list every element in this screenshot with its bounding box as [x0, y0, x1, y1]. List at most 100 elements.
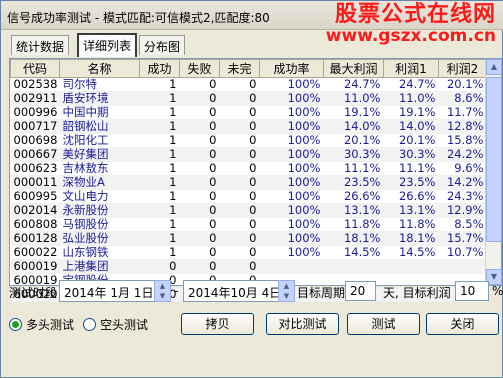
cell-unfinished: 0: [219, 245, 260, 260]
cell-max-profit: 23.5%: [323, 175, 384, 190]
cell-success: 1: [139, 161, 180, 176]
cell-profit2: 15.7%: [438, 231, 487, 246]
cell-max-profit: 13.1%: [323, 203, 384, 218]
cell-code: 000996: [10, 105, 60, 120]
cell-unfinished: 0: [219, 147, 260, 162]
table-row[interactable]: 000698 沈阳化工 1 0 0 100% 20.1% 20.1% 15.8%: [10, 133, 487, 148]
cell-max-profit: 11.0%: [323, 91, 384, 106]
start-date-spinner[interactable]: ▲ ▼: [154, 280, 171, 302]
window-title: 信号成功率测试 - 模式匹配:可信模式2,匹配度:80: [7, 11, 270, 25]
table-row[interactable]: 002014 永新股份 1 0 0 100% 13.1% 13.1% 12.9%: [10, 203, 487, 218]
cell-profit2: 14.2%: [438, 175, 487, 190]
cell-fail: 0: [179, 203, 220, 218]
table-row[interactable]: 000667 美好集团 1 0 0 100% 30.3% 30.3% 24.2%: [10, 147, 487, 162]
table-header: 代码 名称 成功 失败 未完 成功率 最大利润 利润1 利润2: [10, 59, 487, 78]
table-row[interactable]: 000623 吉林敖东 1 0 0 100% 11.1% 11.1% 9.6%: [10, 161, 487, 176]
col-header-success-rate[interactable]: 成功率: [259, 59, 324, 78]
table-row[interactable]: 000996 中国中期 1 0 0 100% 19.1% 19.1% 11.7%: [10, 105, 487, 120]
col-header-unfinished[interactable]: 未完: [219, 59, 260, 78]
cell-name: 上港集团: [59, 259, 140, 274]
table-row[interactable]: 002538 司尔特 1 0 0 100% 24.7% 24.7% 20.1%: [10, 77, 487, 92]
cell-unfinished: 0: [219, 133, 260, 148]
col-header-success[interactable]: 成功: [139, 59, 180, 78]
cell-code: 600022: [10, 245, 60, 260]
chevron-up-icon[interactable]: ▲: [155, 281, 170, 291]
vertical-scrollbar[interactable]: ▲ ▼: [485, 59, 502, 285]
close-button[interactable]: 关闭: [426, 313, 499, 335]
cell-success: 1: [139, 189, 180, 204]
cell-success-rate: 100%: [259, 119, 324, 134]
table-row[interactable]: 600128 弘业股份 1 0 0 100% 18.1% 18.1% 15.7%: [10, 231, 487, 246]
cell-unfinished: 0: [219, 203, 260, 218]
cell-success: 1: [139, 77, 180, 92]
radio-button-icon[interactable]: [9, 318, 22, 331]
cell-name: 弘业股份: [59, 231, 140, 246]
cell-success: 1: [139, 217, 180, 232]
cell-code: 600019: [10, 259, 60, 274]
cell-success: 0: [139, 259, 180, 274]
cell-profit2: [438, 259, 487, 274]
title-bar[interactable]: 信号成功率测试 - 模式匹配:可信模式2,匹配度:80 股票公式在线网 www.…: [1, 1, 503, 45]
col-header-profit1[interactable]: 利润1: [383, 59, 439, 78]
start-date-field[interactable]: 2014年 1月 1日: [59, 280, 155, 302]
watermark-text: 股票公式在线网: [334, 2, 496, 27]
col-header-max-profit[interactable]: 最大利润: [323, 59, 384, 78]
chevron-down-icon[interactable]: ▼: [279, 291, 294, 301]
table-row[interactable]: 600019 上港集团 0 0 0: [10, 259, 487, 274]
scroll-thumb[interactable]: [486, 77, 502, 242]
cell-unfinished: 0: [219, 91, 260, 106]
radio-long-test[interactable]: 多头测试: [9, 316, 74, 333]
end-date-spinner[interactable]: ▲ ▼: [278, 280, 295, 302]
cell-name: 中国中期: [59, 105, 140, 120]
cell-success-rate: 100%: [259, 231, 324, 246]
watermark-url: www.gszx.com.cn: [325, 26, 496, 46]
table-row[interactable]: 600995 文山电力 1 0 0 100% 26.6% 26.6% 24.3%: [10, 189, 487, 204]
col-header-name[interactable]: 名称: [59, 59, 140, 78]
cell-fail: 0: [179, 175, 220, 190]
cell-profit1: 13.1%: [383, 203, 439, 218]
tab-distribution[interactable]: 分布图: [139, 35, 186, 55]
cell-max-profit: 19.1%: [323, 105, 384, 120]
table-row[interactable]: 600808 马钢股份 1 0 0 100% 11.8% 11.8% 8.5%: [10, 217, 487, 232]
radio-short-test[interactable]: 空头测试: [83, 316, 148, 333]
compare-test-button[interactable]: 对比测试: [266, 313, 339, 335]
cell-fail: 0: [179, 105, 220, 120]
cell-fail: 0: [179, 119, 220, 134]
test-button[interactable]: 测试: [347, 313, 420, 335]
copy-button[interactable]: 拷贝: [181, 313, 254, 335]
cell-unfinished: 0: [219, 259, 260, 274]
cell-fail: 0: [179, 133, 220, 148]
cell-name: 文山电力: [59, 189, 140, 204]
col-header-profit2[interactable]: 利润2: [438, 59, 487, 78]
cell-profit1: 11.8%: [383, 217, 439, 232]
results-grid[interactable]: 代码 名称 成功 失败 未完 成功率 最大利润 利润1 利润2 002538 司尔…: [9, 58, 502, 302]
scroll-up-icon[interactable]: ▲: [486, 59, 502, 75]
cell-fail: 0: [179, 217, 220, 232]
target-profit-input[interactable]: 10: [455, 281, 489, 301]
cell-unfinished: 0: [219, 161, 260, 176]
chevron-up-icon[interactable]: ▲: [279, 281, 294, 291]
col-header-fail[interactable]: 失败: [179, 59, 220, 78]
target-period-input[interactable]: 20: [345, 281, 376, 301]
cell-success-rate: 100%: [259, 133, 324, 148]
cell-unfinished: 0: [219, 105, 260, 120]
table-row[interactable]: 002911 盾安环境 1 0 0 100% 11.0% 11.0% 8.6%: [10, 91, 487, 106]
table-row[interactable]: 600022 山东钢铁 1 0 0 100% 14.5% 14.5% 10.7%: [10, 245, 487, 260]
cell-profit2: 11.7%: [438, 105, 487, 120]
radio-button-icon[interactable]: [83, 318, 96, 331]
cell-unfinished: 0: [219, 119, 260, 134]
table-row[interactable]: 000011 深物业A 1 0 0 100% 23.5% 23.5% 14.2%: [10, 175, 487, 190]
col-header-code[interactable]: 代码: [10, 59, 60, 78]
end-date-field[interactable]: 2014年10月 4日: [183, 280, 281, 302]
tab-statistics[interactable]: 统计数据: [11, 35, 70, 55]
chevron-down-icon[interactable]: ▼: [155, 291, 170, 301]
cell-success-rate: 100%: [259, 77, 324, 92]
table-row[interactable]: 000717 韶钢松山 1 0 0 100% 14.0% 14.0% 12.8%: [10, 119, 487, 134]
cell-profit2: 15.8%: [438, 133, 487, 148]
cell-unfinished: 0: [219, 77, 260, 92]
cell-name: 司尔特: [59, 77, 140, 92]
cell-unfinished: 0: [219, 217, 260, 232]
cell-max-profit: 11.1%: [323, 161, 384, 176]
cell-success: 1: [139, 133, 180, 148]
tab-detail-list[interactable]: 详细列表: [77, 33, 138, 57]
